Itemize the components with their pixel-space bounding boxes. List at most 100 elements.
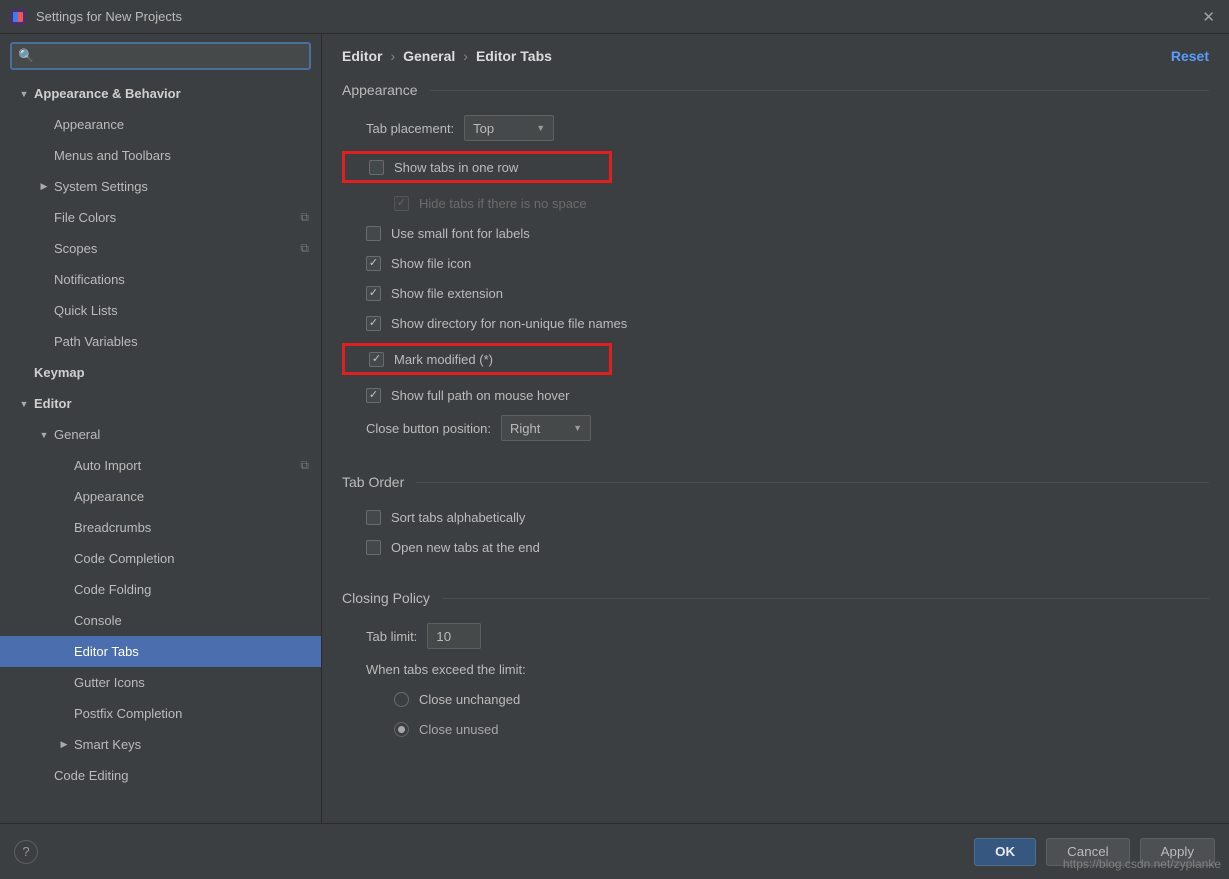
highlight-show-tabs-one-row: Show tabs in one row [342, 151, 612, 183]
sidebar-item-appearance[interactable]: ▶ Appearance [0, 109, 321, 140]
ok-button[interactable]: OK [974, 838, 1036, 866]
arrow-placeholder: ▶ [38, 274, 50, 285]
checkbox-mark-modified[interactable] [369, 352, 384, 367]
highlight-mark-modified: Mark modified (*) [342, 343, 612, 375]
sidebar-item-console[interactable]: ▶Console [0, 605, 321, 636]
row-tab-limit: Tab limit: [342, 618, 1209, 654]
chevron-right-icon: ▶ [38, 181, 50, 192]
checkbox-file-icon[interactable] [366, 256, 381, 271]
sidebar-item-label: Notifications [54, 272, 125, 287]
chevron-right-icon: › [390, 48, 395, 64]
checkbox-file-ext[interactable] [366, 286, 381, 301]
sidebar-item-label: Appearance [54, 117, 124, 132]
tab-limit-input[interactable] [427, 623, 481, 649]
reset-link[interactable]: Reset [1171, 48, 1209, 64]
scope-icon: ⧉ [300, 210, 309, 225]
breadcrumb-general[interactable]: General [403, 48, 455, 64]
sidebar-item-keymap[interactable]: ▶Keymap [0, 357, 321, 388]
sidebar-item-label: Code Editing [54, 768, 128, 783]
label-file-ext: Show file extension [391, 286, 503, 301]
sidebar-item-smart-keys[interactable]: ▶Smart Keys [0, 729, 321, 760]
section-tab-order: Tab Order [342, 474, 1209, 490]
row-full-path-hover: Show full path on mouse hover [342, 380, 1209, 410]
tab-placement-label: Tab placement: [366, 121, 454, 136]
checkbox-sort-alpha[interactable] [366, 510, 381, 525]
sidebar-item-editor-tabs[interactable]: ▶Editor Tabs [0, 636, 321, 667]
arrow-placeholder: ▶ [58, 522, 70, 533]
section-tab-order-label: Tab Order [342, 474, 404, 490]
section-closing-policy: Closing Policy [342, 590, 1209, 606]
row-hide-no-space: Hide tabs if there is no space [342, 188, 1209, 218]
checkbox-small-font[interactable] [366, 226, 381, 241]
chevron-down-icon: ▼ [38, 430, 50, 440]
sidebar-item-gutter-icons[interactable]: ▶Gutter Icons [0, 667, 321, 698]
scope-icon: ⧉ [300, 241, 309, 256]
arrow-placeholder: ▶ [58, 708, 70, 719]
close-btn-pos-select[interactable]: Right ▼ [501, 415, 591, 441]
label-close-unchanged: Close unchanged [419, 692, 520, 707]
sidebar-item-file-colors[interactable]: ▶File Colors⧉ [0, 202, 321, 233]
row-file-ext: Show file extension [342, 278, 1209, 308]
checkbox-full-path-hover[interactable] [366, 388, 381, 403]
section-closing-policy-label: Closing Policy [342, 590, 430, 606]
search-box[interactable]: 🔍 [10, 42, 311, 70]
checkbox-show-directory[interactable] [366, 316, 381, 331]
sidebar-item-scopes[interactable]: ▶Scopes⧉ [0, 233, 321, 264]
sidebar-item-path-variables[interactable]: ▶Path Variables [0, 326, 321, 357]
cancel-button[interactable]: Cancel [1046, 838, 1130, 866]
sidebar-item-appearance[interactable]: ▶Appearance [0, 481, 321, 512]
sidebar-item-breadcrumbs[interactable]: ▶Breadcrumbs [0, 512, 321, 543]
row-open-new-end: Open new tabs at the end [342, 532, 1209, 562]
radio-close-unused[interactable] [394, 722, 409, 737]
sidebar-item-appearance-behavior[interactable]: ▼Appearance & Behavior [0, 78, 321, 109]
sidebar-item-label: Appearance [74, 489, 144, 504]
sidebar-item-general[interactable]: ▼General [0, 419, 321, 450]
sidebar-item-notifications[interactable]: ▶ Notifications [0, 264, 321, 295]
arrow-placeholder: ▶ [38, 243, 50, 254]
label-close-unused: Close unused [419, 722, 499, 737]
tab-limit-label: Tab limit: [366, 629, 417, 644]
close-icon[interactable]: ✕ [1198, 4, 1219, 30]
settings-main: Editor › General › Editor Tabs Reset App… [322, 34, 1229, 823]
breadcrumb-editor-tabs: Editor Tabs [476, 48, 552, 64]
sidebar-item-label: Postfix Completion [74, 706, 182, 721]
label-sort-alpha: Sort tabs alphabetically [391, 510, 525, 525]
breadcrumb-editor[interactable]: Editor [342, 48, 382, 64]
breadcrumb: Editor › General › Editor Tabs [342, 48, 552, 64]
sidebar-item-editor[interactable]: ▼Editor [0, 388, 321, 419]
sidebar-item-menus-and-toolbars[interactable]: ▶Menus and Toolbars [0, 140, 321, 171]
arrow-placeholder: ▶ [38, 119, 50, 130]
checkbox-show-tabs-one-row[interactable] [369, 160, 384, 175]
label-open-new-end: Open new tabs at the end [391, 540, 540, 555]
checkbox-open-new-end[interactable] [366, 540, 381, 555]
sidebar-item-label: Editor Tabs [74, 644, 139, 659]
sidebar-item-label: Code Completion [74, 551, 174, 566]
sidebar-item-auto-import[interactable]: ▶Auto Import⧉ [0, 450, 321, 481]
arrow-placeholder: ▶ [38, 212, 50, 223]
row-small-font: Use small font for labels [342, 218, 1209, 248]
sidebar-item-label: Code Folding [74, 582, 151, 597]
chevron-down-icon: ▼ [573, 423, 582, 433]
radio-close-unchanged[interactable] [394, 692, 409, 707]
sidebar-item-postfix-completion[interactable]: ▶ Postfix Completion [0, 698, 321, 729]
label-mark-modified: Mark modified (*) [394, 352, 493, 367]
sidebar-item-system-settings[interactable]: ▶System Settings [0, 171, 321, 202]
search-input[interactable] [38, 49, 303, 64]
apply-button[interactable]: Apply [1140, 838, 1215, 866]
arrow-placeholder: ▶ [58, 584, 70, 595]
row-close-button-position: Close button position: Right ▼ [342, 410, 1209, 446]
app-icon [10, 9, 26, 25]
sidebar-item-quick-lists[interactable]: ▶Quick Lists [0, 295, 321, 326]
arrow-placeholder: ▶ [38, 150, 50, 161]
when-exceed-label: When tabs exceed the limit: [366, 662, 526, 677]
sidebar-item-code-folding[interactable]: ▶ Code Folding [0, 574, 321, 605]
row-close-unchanged: Close unchanged [342, 684, 1209, 714]
scope-icon: ⧉ [300, 458, 309, 473]
sidebar-item-code-editing[interactable]: ▶Code Editing [0, 760, 321, 791]
sidebar-item-code-completion[interactable]: ▶Code Completion [0, 543, 321, 574]
tab-placement-select[interactable]: Top ▼ [464, 115, 554, 141]
arrow-placeholder: ▶ [18, 367, 30, 378]
sidebar-item-label: Editor [34, 396, 72, 411]
close-btn-pos-value: Right [510, 421, 540, 436]
help-button[interactable]: ? [14, 840, 38, 864]
